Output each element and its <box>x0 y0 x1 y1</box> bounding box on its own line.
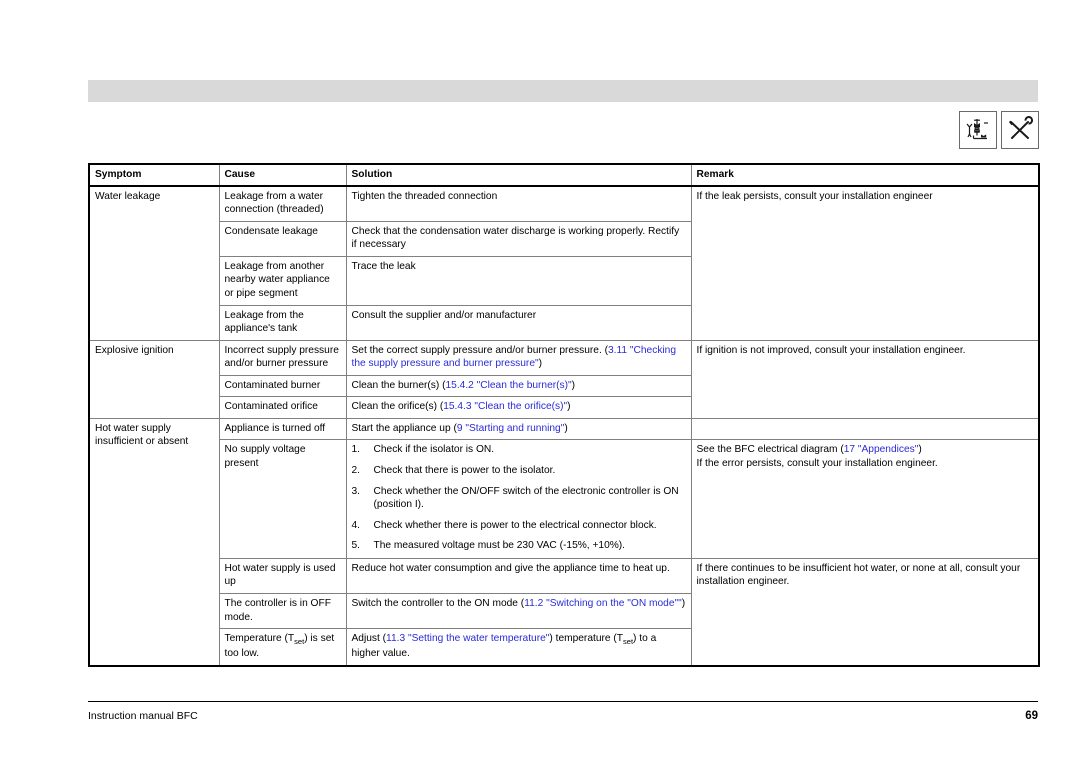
remark-cell: If the leak persists, consult your insta… <box>690 185 1040 341</box>
remark-cell: See the BFC electrical diagram (17 "Appe… <box>690 439 1040 559</box>
solution-text-tail: ) <box>564 422 568 434</box>
column-header-symptom: Symptom <box>88 164 220 187</box>
solution-text: Set the correct supply pressure and/or b… <box>351 344 609 356</box>
footer-page-number: 69 <box>1025 710 1038 722</box>
footer-divider <box>88 701 1038 702</box>
solution-text-tail: ) <box>681 597 686 609</box>
solution-cell: Tighten the threaded connection <box>345 185 692 222</box>
cause-cell: Temperature (Tset) is set too low. <box>218 628 347 667</box>
list-item: Check if the isolator is ON. <box>352 443 495 456</box>
cause-cell: No supply voltage present <box>218 439 347 559</box>
troubleshooting-table-wrapper: Symptom Cause Solution Remark Water leak… <box>88 163 1040 667</box>
solution-cell: Adjust (11.3 "Setting the water temperat… <box>345 628 692 667</box>
solution-cell: Consult the supplier and/or manufacturer <box>345 304 692 341</box>
solution-text-tail: ) <box>571 379 576 391</box>
cause-cell: Contaminated burner <box>218 374 347 398</box>
remark-text-tail: ) <box>918 444 922 456</box>
solution-text: Adjust ( <box>351 633 387 645</box>
solution-cell: Start the appliance up (9 "Starting and … <box>345 417 692 441</box>
solution-text: Switch the controller to the ON mode ( <box>351 597 525 609</box>
table-row: Explosive ignition Incorrect supply pres… <box>88 339 1040 419</box>
remark-cell-empty <box>690 417 1040 441</box>
cause-cell: Condensate leakage <box>218 220 347 257</box>
symptom-cell: Hot water supply insufficient or absent <box>88 417 220 667</box>
solution-cell: Check that the condensation water discha… <box>345 220 692 257</box>
cause-cell: Appliance is turned off <box>218 417 347 441</box>
column-header-remark: Remark <box>690 164 1040 187</box>
xref-link[interactable]: 11.2 "Switching on the "ON mode"" <box>524 598 682 609</box>
table-header-row: Symptom Cause Solution Remark <box>88 164 1040 187</box>
solution-cell: Reduce hot water consumption and give th… <box>345 557 692 594</box>
cause-cell: The controller is in OFF mode. <box>218 592 347 630</box>
xref-link[interactable]: 11.3 "Setting the water temperature" <box>386 633 549 644</box>
xref-link[interactable]: 17 "Appendices" <box>844 444 919 455</box>
cause-text: Temperature (T <box>224 633 295 645</box>
solution-cell: Trace the leak <box>345 255 692 306</box>
table-row: Hot water supply insufficient or absent … <box>88 417 1040 667</box>
remark-cell: If there continues to be insufficient ho… <box>690 557 1040 667</box>
list-item: The measured voltage must be 230 VAC (-1… <box>352 539 626 552</box>
xref-link[interactable]: 15.4.3 "Clean the orifice(s)" <box>443 401 567 412</box>
solution-text: Clean the burner(s) ( <box>351 379 446 391</box>
solution-text: Clean the orifice(s) ( <box>351 401 444 413</box>
page-footer: Instruction manual BFC 69 <box>88 710 1038 722</box>
troubleshooting-table: Symptom Cause Solution Remark Water leak… <box>88 163 1040 667</box>
cause-cell: Leakage from a water connection (threade… <box>218 185 347 222</box>
symptom-cell: Explosive ignition <box>88 339 220 419</box>
list-item: Check whether there is power to the elec… <box>352 519 657 532</box>
solution-cell: Check if the isolator is ON. Check that … <box>345 439 692 559</box>
footer-manual-title: Instruction manual BFC <box>88 710 198 722</box>
solution-cell: Clean the burner(s) (15.4.2 "Clean the b… <box>345 374 692 398</box>
list-item: Check whether the ON/OFF switch of the e… <box>352 485 679 511</box>
solution-cell: Clean the orifice(s) (15.4.3 "Clean the … <box>345 396 692 419</box>
solution-cell: Set the correct supply pressure and/or b… <box>345 339 692 376</box>
solution-text-tail: ) <box>538 358 543 370</box>
remark-text: See the BFC electrical diagram ( <box>696 444 844 456</box>
crossed-tools-icon <box>1001 111 1039 149</box>
solution-subscript: set <box>623 637 634 647</box>
column-header-cause: Cause <box>218 164 347 187</box>
solution-text: Start the appliance up ( <box>351 422 457 434</box>
gas-piping-diagram-icon <box>959 111 997 149</box>
solution-text-mid: ) temperature (T <box>549 633 623 645</box>
xref-link[interactable]: 15.4.2 "Clean the burner(s)" <box>446 380 572 391</box>
cause-subscript: set <box>294 637 305 647</box>
table-row: Hot water supply is used up Reduce hot w… <box>89 557 1040 667</box>
cause-cell: Leakage from the appliance's tank <box>218 304 347 341</box>
cause-cell: Incorrect supply pressure and/or burner … <box>218 339 347 376</box>
table-row: Water leakage Leakage from a water conne… <box>88 185 1040 341</box>
solution-text-tail: ) <box>567 401 571 413</box>
symptom-cell: Water leakage <box>88 185 220 341</box>
header-band <box>88 80 1038 102</box>
document-page: Symptom Cause Solution Remark Water leak… <box>0 0 1080 763</box>
solution-cell: Switch the controller to the ON mode (11… <box>345 592 692 630</box>
remark-text-line2: If the error persists, consult your inst… <box>696 458 938 469</box>
solution-step-list: Check if the isolator is ON. Check that … <box>352 443 686 552</box>
cause-cell: Contaminated orifice <box>218 396 347 419</box>
list-item: Check that there is power to the isolato… <box>352 464 556 477</box>
table-row: No supply voltage present Check if the i… <box>89 439 1040 559</box>
column-header-solution: Solution <box>345 164 692 187</box>
cause-cell: Leakage from another nearby water applia… <box>218 255 347 306</box>
cause-cell: Hot water supply is used up <box>218 557 347 594</box>
xref-link[interactable]: 9 "Starting and running" <box>457 423 564 434</box>
remark-cell: If ignition is not improved, consult you… <box>690 339 1040 419</box>
icon-strip <box>959 111 1039 149</box>
